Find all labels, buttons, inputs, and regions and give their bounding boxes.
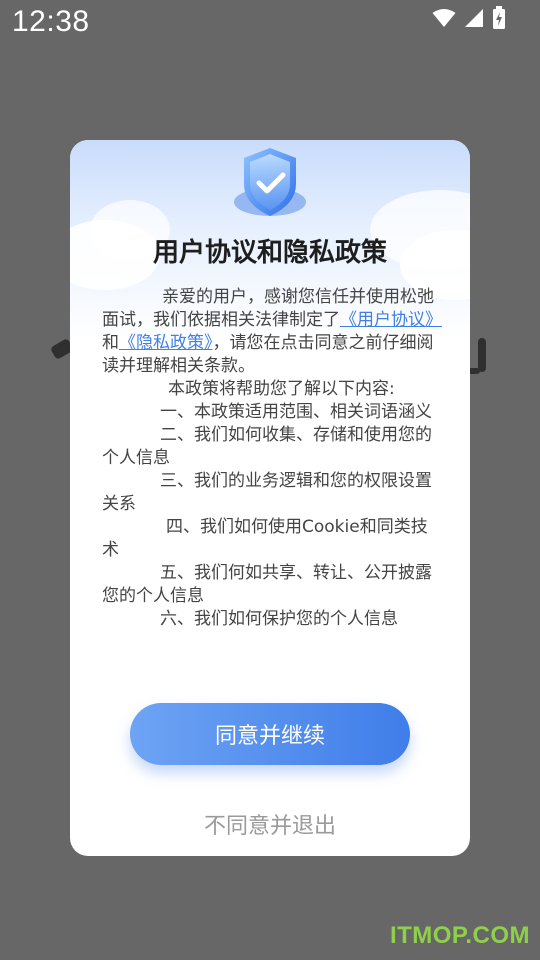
shield-check-icon [234,148,306,216]
conjunction-text: 和 [102,333,119,353]
status-bar: 12:38 [0,0,540,46]
privacy-dialog: 用户协议和隐私政策 亲爱的用户，感谢您信任并使用松弛面试，我们依据相关法律制定了… [70,140,470,856]
policy-intro: 本政策将帮助您了解以下内容: [168,379,395,399]
battery-charging-icon [493,6,505,29]
policy-section-1: 一、本政策适用范围、相关词语涵义 [160,402,432,422]
policy-section-2: 二、我们如何收集、存储和使用您的个人信息 [102,425,432,468]
intro-paragraph: 亲爱的用户，感谢您信任并使用松弛面试，我们依据相关法律制定了《用户协议》和《隐私… [102,286,442,378]
policy-section-4: 四、我们如何使用Cookie和同类技术 [102,517,428,560]
policy-section-6: 六、我们如何保护您的个人信息 [160,609,398,629]
policy-section-3: 三、我们的业务逻辑和您的权限设置关系 [102,471,432,514]
policy-section-5: 五、我们何如共享、转让、公开披露您的个人信息 [102,563,432,606]
dialog-body: 亲爱的用户，感谢您信任并使用松弛面试，我们依据相关法律制定了《用户协议》和《隐私… [102,286,442,631]
privacy-policy-link[interactable]: 《隐私政策》 [119,333,213,353]
agree-button[interactable]: 同意并继续 [130,703,410,765]
dialog-title: 用户协议和隐私政策 [152,238,387,268]
disagree-button[interactable]: 不同意并退出 [130,804,410,844]
user-agreement-link[interactable]: 《用户协议》 [340,310,442,330]
status-time: 12:38 [12,5,90,38]
watermark: ITMOP.COM [389,922,530,949]
signal-icon [465,9,483,27]
background-shape [478,338,486,372]
wifi-icon [432,9,456,27]
